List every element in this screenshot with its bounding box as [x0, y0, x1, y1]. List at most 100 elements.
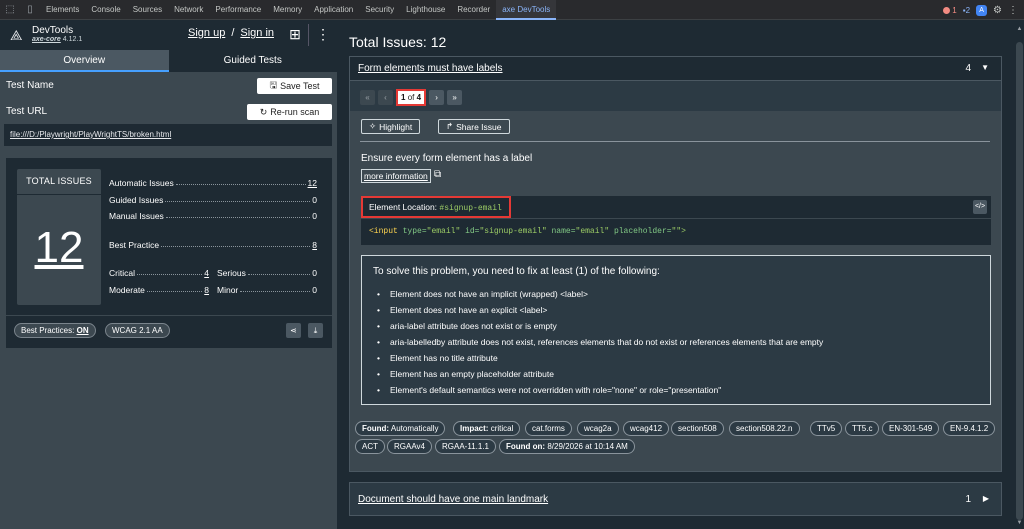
tag: wcag412	[623, 421, 670, 436]
fix-item: Element does not have an explicit <label…	[377, 302, 966, 318]
share-icon[interactable]: ⋖	[286, 323, 301, 338]
tab-security[interactable]: Security	[359, 0, 400, 20]
tab-elements[interactable]: Elements	[40, 0, 85, 20]
message-count-badge[interactable]: ▪2	[963, 6, 970, 15]
total-issues-count[interactable]: 12	[17, 223, 101, 273]
auth-separator: /	[231, 27, 235, 39]
scroll-up-icon[interactable]: ▲	[1016, 26, 1023, 34]
best-practice-row: Best Practice 8	[109, 240, 317, 250]
guided-issues-row: Guided Issues 0	[109, 195, 317, 205]
scrollbar[interactable]	[1016, 42, 1023, 520]
critical-count[interactable]: 4	[204, 268, 209, 278]
menu-kebab-icon[interactable]: ⋮	[313, 24, 333, 44]
tab-console[interactable]: Console	[85, 0, 126, 20]
left-panel: ⟁ DevTools axe-core 4.12.1 Sign up / Sig…	[0, 20, 337, 529]
more-information-link[interactable]: more information	[361, 169, 431, 183]
inspect-element-icon[interactable]: ⬚	[0, 0, 20, 20]
scroll-down-icon[interactable]: ▼	[1016, 520, 1023, 528]
issue-title[interactable]: Document should have one main landmark	[358, 494, 548, 505]
tab-network[interactable]: Network	[168, 0, 209, 20]
tab-recorder[interactable]: Recorder	[451, 0, 496, 20]
new-scan-icon[interactable]: ⊞	[285, 24, 305, 44]
manual-issues-row: Manual Issues 0	[109, 211, 317, 221]
fix-suggestions-title: To solve this problem, you need to fix a…	[373, 266, 660, 277]
total-issues-box: TOTAL ISSUES 12	[17, 169, 101, 305]
serious-row: Serious 0	[217, 268, 317, 278]
fix-item: Element's default semantics were not ove…	[377, 382, 966, 398]
tag: TT5.c	[845, 421, 880, 436]
tag: section508.22.n	[729, 421, 800, 436]
issue-card: Form elements must have labels 4 ▼ « ‹ 1…	[349, 56, 1002, 472]
test-url-field[interactable]: file:///D:/Playwright/PlayWrightTS/broke…	[4, 124, 332, 146]
tag: section508	[671, 421, 724, 436]
automatic-issues-count[interactable]: 12	[308, 178, 317, 188]
tag: cat.forms	[525, 421, 572, 436]
share-icon: ↱	[446, 121, 454, 131]
previous-page-icon[interactable]: ‹	[378, 90, 393, 105]
panel-header: ⟁ DevTools axe-core 4.12.1 Sign up / Sig…	[0, 20, 337, 50]
divider	[6, 315, 332, 316]
brand-version: axe-core 4.12.1	[32, 36, 83, 43]
download-icon[interactable]: ⤓	[308, 323, 323, 338]
last-page-icon[interactable]: »	[447, 90, 463, 105]
extension-icon[interactable]: A	[976, 4, 988, 16]
external-link-icon[interactable]: ⧉	[434, 169, 441, 180]
device-toolbar-icon[interactable]: ▯	[20, 0, 40, 20]
highlight-icon: ✧	[369, 121, 377, 131]
element-location: Element Location: #signup-email	[361, 196, 511, 218]
sign-up-link[interactable]: Sign up	[188, 27, 225, 39]
tab-axe-devtools[interactable]: axe DevTools	[496, 0, 557, 20]
tab-sources[interactable]: Sources	[127, 0, 168, 20]
settings-gear-icon[interactable]: ⚙	[993, 5, 1002, 16]
wcag-standard-select[interactable]: WCAG 2.1 AA	[105, 323, 170, 338]
divider	[360, 141, 990, 142]
save-test-button[interactable]: 🖫 Save Test	[257, 78, 332, 94]
axe-logo-icon: ⟁	[10, 27, 23, 43]
fix-list: Element does not have an implicit (wrapp…	[377, 286, 966, 398]
minor-row: Minor 0	[217, 285, 317, 295]
refresh-icon: ↻	[259, 106, 268, 117]
fix-item: aria-label attribute does not exist or i…	[377, 318, 966, 334]
issue-details: ✧ Highlight ↱ Share Issue Ensure every for…	[350, 111, 1001, 471]
fix-item: Element does not have an implicit (wrapp…	[377, 286, 966, 302]
header-divider	[308, 24, 309, 46]
error-count-badge[interactable]: 1	[943, 6, 957, 15]
next-page-icon[interactable]: ›	[429, 90, 445, 105]
rerun-scan-button[interactable]: ↻ Re-run scan	[247, 104, 332, 120]
chevron-down-icon[interactable]: ▼	[981, 63, 989, 72]
test-name-label: Test Name	[6, 80, 54, 91]
issue-description: Ensure every form element has a label	[361, 153, 533, 164]
tab-application[interactable]: Application	[308, 0, 359, 20]
issue-card-collapsed[interactable]: Document should have one main landmark 1…	[349, 482, 1002, 516]
moderate-row: Moderate 8	[109, 285, 209, 295]
best-practice-count[interactable]: 8	[312, 240, 317, 250]
critical-row: Critical 4	[109, 268, 209, 278]
tab-guided-tests[interactable]: Guided Tests	[169, 50, 338, 72]
test-url-label: Test URL	[6, 106, 48, 117]
devtools-tab-bar: ⬚ ▯ Elements Console Sources Network Per…	[0, 0, 1024, 20]
tag: TTv5	[810, 421, 843, 436]
tab-lighthouse[interactable]: Lighthouse	[400, 0, 451, 20]
issue-title[interactable]: Form elements must have labels	[358, 63, 503, 74]
tag: EN-9.4.1.2	[943, 421, 996, 436]
brand-title: DevTools	[32, 25, 74, 36]
tab-overview[interactable]: Overview	[0, 50, 169, 72]
tab-performance[interactable]: Performance	[209, 0, 267, 20]
issue-header[interactable]: Form elements must have labels 4 ▼	[350, 57, 1001, 81]
tag: wcag2a	[577, 421, 619, 436]
automatic-issues-row: Automatic Issues 12	[109, 178, 317, 188]
highlight-button[interactable]: ✧ Highlight	[361, 119, 421, 134]
sign-in-link[interactable]: Sign in	[240, 27, 274, 39]
share-issue-button[interactable]: ↱ Share Issue	[438, 119, 510, 134]
moderate-count[interactable]: 8	[204, 285, 209, 295]
save-icon: 🖫	[269, 80, 278, 90]
element-source-code: <input type="email" id="signup-email" na…	[361, 219, 991, 245]
best-practices-toggle[interactable]: Best Practices: ON	[14, 323, 96, 338]
fix-item: aria-labelledby attribute does not exist…	[377, 334, 966, 350]
total-issues-label: TOTAL ISSUES	[26, 176, 92, 186]
tab-memory[interactable]: Memory	[267, 0, 308, 20]
first-page-icon[interactable]: «	[360, 90, 375, 105]
code-view-icon[interactable]: </>	[973, 200, 987, 214]
chevron-right-icon[interactable]: ▶	[983, 494, 989, 503]
more-options-icon[interactable]: ⋮	[1008, 5, 1018, 16]
